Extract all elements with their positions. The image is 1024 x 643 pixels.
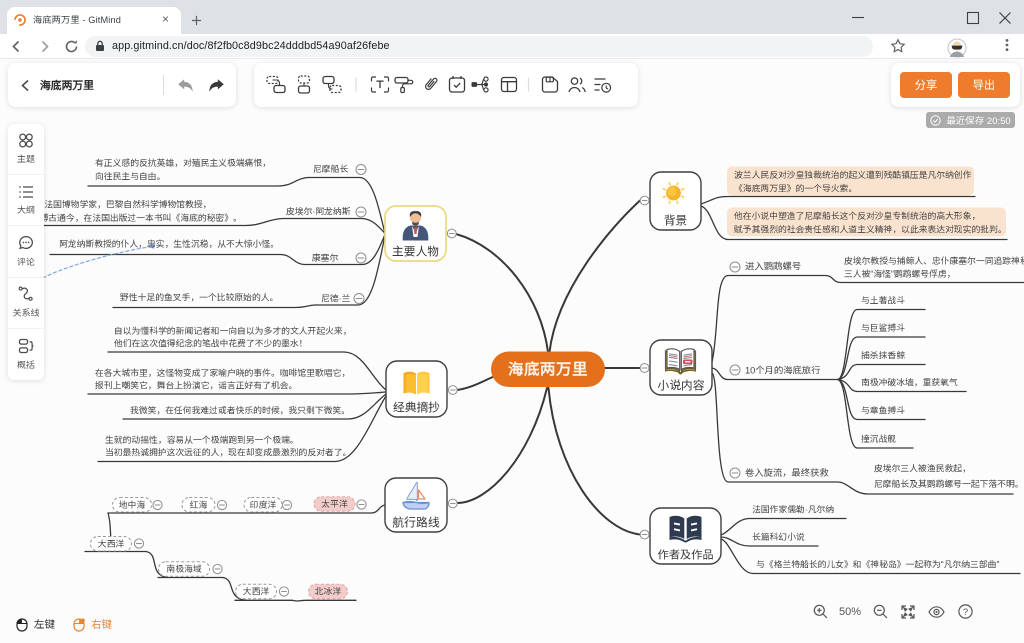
svg-text:航行路线: 航行路线 xyxy=(392,516,439,530)
svg-text:主要人物: 主要人物 xyxy=(392,245,439,259)
svg-text:波兰人民反对沙皇独裁统治的起义遭到残酷镇压是凡尔纳创作: 波兰人民反对沙皇独裁统治的起义遭到残酷镇压是凡尔纳创作 xyxy=(734,170,972,180)
svg-text:?: ? xyxy=(963,607,968,618)
svg-text:博古通今，在法国出版过一本书叫《海底的秘密》。: 博古通今，在法国出版过一本书叫《海底的秘密》。 xyxy=(40,213,242,223)
svg-text:10个月的海底旅行: 10个月的海底旅行 xyxy=(745,364,820,375)
svg-text:卷入旋流，最终获救: 卷入旋流，最终获救 xyxy=(745,467,829,478)
svg-text:背景: 背景 xyxy=(664,214,688,228)
svg-text:他们在这次值得纪念的笔战中花费了不少的墨水！: 他们在这次值得纪念的笔战中花费了不少的墨水！ xyxy=(114,338,308,348)
svg-text:尼德·兰: 尼德·兰 xyxy=(321,294,350,304)
svg-text:有正义感的反抗英雄，对殖民主义极端痛恨，: 有正义感的反抗英雄，对殖民主义极端痛恨， xyxy=(95,158,271,168)
svg-text:大西洋: 大西洋 xyxy=(98,539,125,549)
svg-text:北冰洋: 北冰洋 xyxy=(314,587,342,597)
svg-text:生就的动摇性，容易从一个极端跑到另一个极端。: 生就的动摇性，容易从一个极端跑到另一个极端。 xyxy=(105,435,299,445)
svg-text:法国作家儒勒·凡尔纳: 法国作家儒勒·凡尔纳 xyxy=(752,505,834,515)
svg-text:经典摘抄: 经典摘抄 xyxy=(393,401,440,415)
svg-text:自以为懂科学的新闻记者和一向自以为多才的文人开起火来，: 自以为懂科学的新闻记者和一向自以为多才的文人开起火来， xyxy=(114,326,352,336)
svg-text:皮埃尔三人被渔民救起，: 皮埃尔三人被渔民救起， xyxy=(873,464,971,474)
svg-text:尼摩船长: 尼摩船长 xyxy=(313,164,348,174)
svg-text:作者及作品: 作者及作品 xyxy=(658,549,714,562)
svg-text:进入鹦鹉螺号: 进入鹦鹉螺号 xyxy=(745,260,801,271)
svg-text:捕杀抹香鲸: 捕杀抹香鲸 xyxy=(860,351,905,361)
svg-text:海底两万里: 海底两万里 xyxy=(508,361,588,379)
svg-text:与《格兰特船长的儿女》和《神秘岛》一起称为“凡尔纳三部曲”: 与《格兰特船长的儿女》和《神秘岛》一起称为“凡尔纳三部曲” xyxy=(756,560,999,570)
svg-text:皮埃尔·阿龙纳斯: 皮埃尔·阿龙纳斯 xyxy=(285,207,351,217)
svg-text:红海: 红海 xyxy=(189,500,208,510)
svg-text:康塞尔: 康塞尔 xyxy=(312,253,339,263)
svg-text:法国博物学家，巴黎自然科学博物馆教授，: 法国博物学家，巴黎自然科学博物馆教授， xyxy=(44,200,211,210)
svg-text:向往民主与自由。: 向往民主与自由。 xyxy=(95,172,165,182)
svg-text:印度洋: 印度洋 xyxy=(250,500,277,510)
svg-text:小说内容: 小说内容 xyxy=(656,379,704,393)
svg-text:尼摩船长及其鹦鹉螺号一起下落不明。: 尼摩船长及其鹦鹉螺号一起下落不明。 xyxy=(874,479,1024,489)
svg-text:与土著战斗: 与土著战斗 xyxy=(861,296,905,306)
svg-text:赋予其强烈的社会责任感和人道主义精神，以此来表达对现实的批判: 赋予其强烈的社会责任感和人道主义精神，以此来表达对现实的批判。 xyxy=(733,225,1007,235)
svg-text:长篇科幻小说: 长篇科幻小说 xyxy=(752,532,805,542)
svg-text:与章鱼搏斗: 与章鱼搏斗 xyxy=(861,406,905,416)
svg-text:他在小说中塑造了尼摩船长这个反对沙皇专制统治的高大形象，: 他在小说中塑造了尼摩船长这个反对沙皇专制统治的高大形象， xyxy=(734,211,980,221)
svg-text:在各大城市里，这怪物变成了家喻户晓的事件。咖啡馆里歌唱它，: 在各大城市里，这怪物变成了家喻户晓的事件。咖啡馆里歌唱它， xyxy=(95,368,350,378)
svg-text:三人被“海怪”鹦鹉螺号俘虏，: 三人被“海怪”鹦鹉螺号俘虏， xyxy=(844,269,955,279)
svg-text:《海底两万里》的一个导火索。: 《海底两万里》的一个导火索。 xyxy=(734,184,857,194)
svg-text:我微笑，在任何我难过或者快乐的时候，我只剩下微笑。: 我微笑，在任何我难过或者快乐的时候，我只剩下微笑。 xyxy=(130,406,350,416)
svg-text:地中海: 地中海 xyxy=(119,500,146,510)
svg-text:当初最热诚拥护这次远征的人，现在却变成最激烈的反对者了。: 当初最热诚拥护这次远征的人，现在却变成最激烈的反对者了。 xyxy=(105,448,351,458)
svg-text:南极海域: 南极海域 xyxy=(166,564,201,574)
svg-text:南极冲破冰墙，重获氧气: 南极冲破冰墙，重获氧气 xyxy=(861,378,958,388)
svg-text:撞沉战舰: 撞沉战舰 xyxy=(861,434,896,444)
svg-text:太平洋: 太平洋 xyxy=(321,499,348,509)
svg-text:野性十足的鱼叉手，一个比较原始的人。: 野性十足的鱼叉手，一个比较原始的人。 xyxy=(120,293,278,303)
svg-text:皮埃尔教授与捕鲸人、忠仆康塞尔一同追踪神秘海: 皮埃尔教授与捕鲸人、忠仆康塞尔一同追踪神秘海 xyxy=(843,256,1024,266)
svg-text:阿龙纳斯教授的仆人，忠实，生性沉稳，从不大惊小怪。: 阿龙纳斯教授的仆人，忠实，生性沉稳，从不大惊小怪。 xyxy=(59,239,279,249)
svg-text:大西洋: 大西洋 xyxy=(243,587,270,597)
svg-text:报刊上嘲笑它，舞台上扮演它，谣言正好有了机会。: 报刊上嘲笑它，舞台上扮演它，谣言正好有了机会。 xyxy=(94,380,297,390)
svg-text:与巨鲨搏斗: 与巨鲨搏斗 xyxy=(861,323,905,333)
